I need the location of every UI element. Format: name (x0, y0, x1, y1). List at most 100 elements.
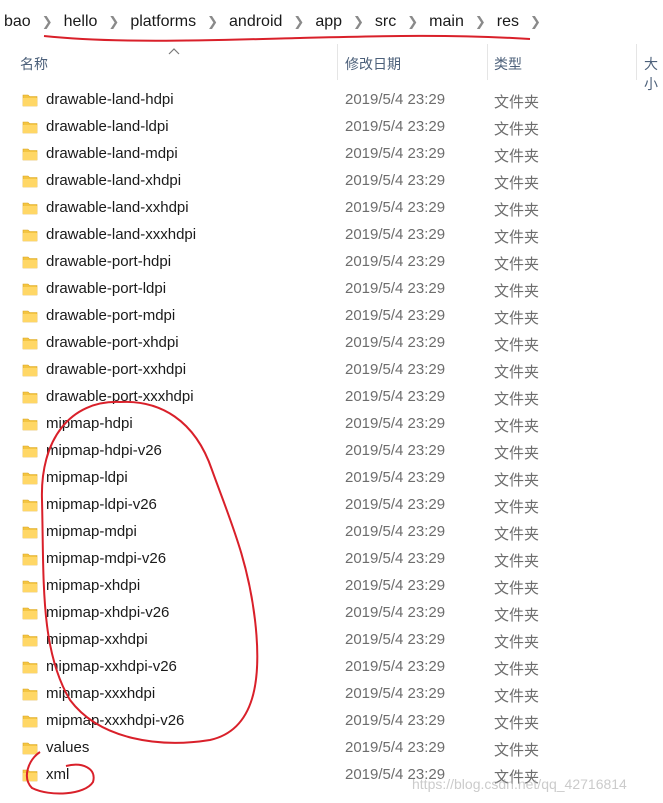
folder-icon (22, 742, 38, 755)
file-type: 文件夹 (494, 175, 540, 192)
file-row[interactable]: drawable-land-xxxhdpi 2019/5/4 23:29 文件夹 (0, 222, 663, 249)
file-type: 文件夹 (494, 688, 540, 705)
file-row[interactable]: drawable-port-xxxhdpi 2019/5/4 23:29 文件夹 (0, 384, 663, 411)
file-modified-date: 2019/5/4 23:29 (345, 280, 446, 297)
file-name: drawable-port-mdpi (46, 307, 176, 324)
file-name: mipmap-ldpi (46, 469, 128, 486)
column-name-header[interactable]: 名称 (20, 54, 48, 74)
chevron-right-icon[interactable]: ❯ (346, 14, 371, 30)
breadcrumb-item-app[interactable]: app (311, 13, 346, 31)
file-type: 文件夹 (494, 526, 540, 543)
file-row[interactable]: mipmap-xhdpi 2019/5/4 23:29 文件夹 (0, 573, 663, 600)
file-row[interactable]: values 2019/5/4 23:29 文件夹 (0, 735, 663, 762)
file-type: 文件夹 (494, 121, 540, 138)
folder-icon (22, 256, 38, 269)
file-row[interactable]: mipmap-ldpi 2019/5/4 23:29 文件夹 (0, 465, 663, 492)
column-divider[interactable] (636, 44, 637, 80)
file-modified-date: 2019/5/4 23:29 (345, 361, 446, 378)
chevron-right-icon[interactable]: ❯ (523, 14, 548, 30)
breadcrumb-item-src[interactable]: src (371, 13, 400, 31)
file-name: drawable-port-xxxhdpi (46, 388, 194, 405)
file-row[interactable]: drawable-port-mdpi 2019/5/4 23:29 文件夹 (0, 303, 663, 330)
file-type: 文件夹 (494, 94, 540, 111)
folder-icon (22, 769, 38, 782)
file-row[interactable]: drawable-land-xxhdpi 2019/5/4 23:29 文件夹 (0, 195, 663, 222)
file-row[interactable]: drawable-port-xxhdpi 2019/5/4 23:29 文件夹 (0, 357, 663, 384)
file-modified-date: 2019/5/4 23:29 (345, 442, 446, 459)
folder-icon (22, 94, 38, 107)
file-row[interactable]: drawable-port-xhdpi 2019/5/4 23:29 文件夹 (0, 330, 663, 357)
breadcrumb-item-platforms[interactable]: platforms (126, 13, 200, 31)
file-name: mipmap-ldpi-v26 (46, 496, 157, 513)
column-type-header[interactable]: 类型 (494, 54, 522, 74)
file-row[interactable]: mipmap-mdpi-v26 2019/5/4 23:29 文件夹 (0, 546, 663, 573)
column-divider[interactable] (337, 44, 338, 80)
file-row[interactable]: mipmap-xxhdpi-v26 2019/5/4 23:29 文件夹 (0, 654, 663, 681)
file-row[interactable]: drawable-land-hdpi 2019/5/4 23:29 文件夹 (0, 87, 663, 114)
file-row[interactable]: mipmap-ldpi-v26 2019/5/4 23:29 文件夹 (0, 492, 663, 519)
chevron-right-icon[interactable]: ❯ (200, 14, 225, 30)
breadcrumb-item-bao[interactable]: bao (0, 13, 35, 31)
file-name: values (46, 739, 90, 756)
file-list: drawable-land-hdpi 2019/5/4 23:29 文件夹 drawa… (0, 87, 663, 789)
column-divider[interactable] (487, 44, 488, 80)
file-name: mipmap-mdpi (46, 523, 137, 540)
address-bar[interactable]: bao ❯ hello ❯ platforms ❯ android ❯ app … (0, 0, 663, 44)
folder-icon (22, 445, 38, 458)
column-modified-header[interactable]: 修改日期 (345, 54, 401, 74)
breadcrumb-item-main[interactable]: main (425, 13, 468, 31)
file-modified-date: 2019/5/4 23:29 (345, 307, 446, 324)
file-name: xml (46, 766, 70, 783)
file-row[interactable]: drawable-land-ldpi 2019/5/4 23:29 文件夹 (0, 114, 663, 141)
file-modified-date: 2019/5/4 23:29 (345, 199, 446, 216)
file-row[interactable]: drawable-port-ldpi 2019/5/4 23:29 文件夹 (0, 276, 663, 303)
file-modified-date: 2019/5/4 23:29 (345, 145, 446, 162)
file-type: 文件夹 (494, 580, 540, 597)
file-name: drawable-port-hdpi (46, 253, 172, 270)
file-modified-date: 2019/5/4 23:29 (345, 388, 446, 405)
file-modified-date: 2019/5/4 23:29 (345, 631, 446, 648)
file-row[interactable]: mipmap-xhdpi-v26 2019/5/4 23:29 文件夹 (0, 600, 663, 627)
folder-icon (22, 580, 38, 593)
breadcrumb-item-android[interactable]: android (225, 13, 286, 31)
chevron-right-icon[interactable]: ❯ (35, 14, 60, 30)
file-type: 文件夹 (494, 310, 540, 327)
breadcrumb-item-res[interactable]: res (493, 13, 523, 31)
folder-icon (22, 175, 38, 188)
file-type: 文件夹 (494, 364, 540, 381)
file-name: drawable-land-mdpi (46, 145, 178, 162)
file-modified-date: 2019/5/4 23:29 (345, 577, 446, 594)
file-row[interactable]: mipmap-xxxhdpi-v26 2019/5/4 23:29 文件夹 (0, 708, 663, 735)
file-row[interactable]: mipmap-mdpi 2019/5/4 23:29 文件夹 (0, 519, 663, 546)
file-name: mipmap-hdpi (46, 415, 133, 432)
file-row[interactable]: mipmap-xxxhdpi 2019/5/4 23:29 文件夹 (0, 681, 663, 708)
file-modified-date: 2019/5/4 23:29 (345, 604, 446, 621)
chevron-right-icon[interactable]: ❯ (400, 14, 425, 30)
file-name: mipmap-mdpi-v26 (46, 550, 167, 567)
file-type: 文件夹 (494, 445, 540, 462)
chevron-right-icon[interactable]: ❯ (468, 14, 493, 30)
file-row[interactable]: drawable-port-hdpi 2019/5/4 23:29 文件夹 (0, 249, 663, 276)
folder-icon (22, 472, 38, 485)
file-modified-date: 2019/5/4 23:29 (345, 469, 446, 486)
file-type: 文件夹 (494, 553, 540, 570)
file-modified-date: 2019/5/4 23:29 (345, 712, 446, 729)
file-row[interactable]: drawable-land-mdpi 2019/5/4 23:29 文件夹 (0, 141, 663, 168)
file-row[interactable]: drawable-land-xhdpi 2019/5/4 23:29 文件夹 (0, 168, 663, 195)
file-name: drawable-land-xhdpi (46, 172, 182, 189)
chevron-right-icon[interactable]: ❯ (101, 14, 126, 30)
file-row[interactable]: mipmap-xxhdpi 2019/5/4 23:29 文件夹 (0, 627, 663, 654)
file-row[interactable]: mipmap-hdpi-v26 2019/5/4 23:29 文件夹 (0, 438, 663, 465)
file-row[interactable]: mipmap-hdpi 2019/5/4 23:29 文件夹 (0, 411, 663, 438)
file-type: 文件夹 (494, 715, 540, 732)
chevron-right-icon[interactable]: ❯ (286, 14, 311, 30)
file-modified-date: 2019/5/4 23:29 (345, 172, 446, 189)
breadcrumb-item-hello[interactable]: hello (60, 13, 102, 31)
file-type: 文件夹 (494, 337, 540, 354)
file-modified-date: 2019/5/4 23:29 (345, 415, 446, 432)
file-modified-date: 2019/5/4 23:29 (345, 253, 446, 270)
file-type: 文件夹 (494, 607, 540, 624)
file-name: drawable-port-ldpi (46, 280, 167, 297)
file-name: drawable-land-ldpi (46, 118, 169, 135)
file-modified-date: 2019/5/4 23:29 (345, 658, 446, 675)
